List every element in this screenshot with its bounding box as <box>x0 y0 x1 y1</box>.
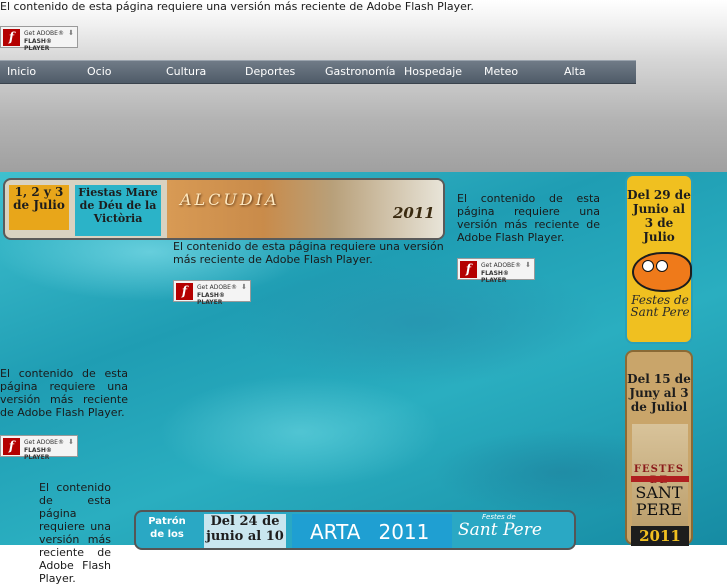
nav-item-alta[interactable]: Alta <box>564 65 586 78</box>
nav-item-ocio[interactable]: Ocio <box>87 65 112 78</box>
get-flash-button-right[interactable]: f Get ADOBE® FLASH® PLAYER ⬇ <box>457 258 535 284</box>
get-flash-button-left[interactable]: f Get ADOBE® FLASH® PLAYER ⬇ <box>0 435 78 461</box>
arta-sant-pere: Sant Pere <box>458 520 542 540</box>
nav-item-inicio[interactable]: Inicio <box>7 65 36 78</box>
alcudia-dates: 1, 2 y 3 de Julio <box>9 185 69 230</box>
page-header-background <box>0 0 727 172</box>
sant-pere-2-title: SANT PERE <box>635 483 683 519</box>
nav-item-cultura[interactable]: Cultura <box>166 65 206 78</box>
alcudia-banner[interactable]: 1, 2 y 3 de Julio Fiestas Mare de Déu de… <box>3 178 445 240</box>
download-arrow-icon: ⬇ <box>525 261 531 269</box>
alcudia-title: ALCUDIA <box>180 190 280 209</box>
alcudia-fiesta-name: Fiestas Mare de Déu de la Victòria <box>75 185 161 236</box>
download-arrow-icon: ⬇ <box>241 283 247 291</box>
flash-notice-bottom-left: El contenido de esta página requiere una… <box>39 481 111 585</box>
sant-pere-2-dates: Del 15 de Juny al 3 de Juliol <box>627 372 691 414</box>
nav-item-meteo[interactable]: Meteo <box>484 65 518 78</box>
nav-item-deportes[interactable]: Deportes <box>245 65 295 78</box>
download-arrow-icon: ⬇ <box>68 29 74 37</box>
flash-logo-icon: f <box>3 29 20 46</box>
arta-title: ARTA <box>310 520 361 544</box>
flash-logo-icon: f <box>3 438 20 455</box>
flash-logo-icon: f <box>176 283 193 300</box>
alcudia-year: 2011 <box>393 204 435 222</box>
sant-pere-banner-1[interactable]: Del 29 de Junio al 3 de Julio Festes de … <box>625 174 693 344</box>
sant-pere-1-dates: Del 29 de Junio al 3 de Julio <box>627 188 691 244</box>
sant-pere-1-script: Festes de Sant Pere <box>630 293 690 319</box>
get-flash-button-top[interactable]: f Get ADOBE® FLASH® PLAYER ⬇ <box>0 26 78 52</box>
download-arrow-icon: ⬇ <box>68 438 74 446</box>
flash-logo-icon: f <box>460 261 477 278</box>
flash-notice-left: El contenido de esta página requiere una… <box>0 367 128 419</box>
get-flash-button-middle[interactable]: f Get ADOBE® FLASH® PLAYER ⬇ <box>173 280 251 306</box>
sant-pere-2-year: 2011 <box>631 526 689 546</box>
nav-item-gastronomia[interactable]: Gastronomía <box>325 65 396 78</box>
flash-notice-top: El contenido de esta página requiere una… <box>0 0 474 13</box>
sant-pere-2-redbar <box>631 476 689 482</box>
nav-item-hospedaje[interactable]: Hospedaje <box>404 65 462 78</box>
sant-pere-banner-2[interactable]: Del 15 de Juny al 3 de Juliol FESTES DE … <box>625 350 693 546</box>
arta-banner[interactable]: Patrón de los Del 24 de junio al 10 ARTA… <box>134 510 576 550</box>
arta-patron: Patrón de los <box>148 516 186 540</box>
arta-year: 2011 <box>378 520 430 544</box>
fish-mascot-icon <box>632 252 692 292</box>
flash-notice-right: El contenido de esta página requiere una… <box>457 192 600 244</box>
main-nav: Inicio Ocio Cultura Deportes Gastronomía… <box>0 60 636 84</box>
flash-notice-middle: El contenido de esta página requiere una… <box>173 240 444 266</box>
